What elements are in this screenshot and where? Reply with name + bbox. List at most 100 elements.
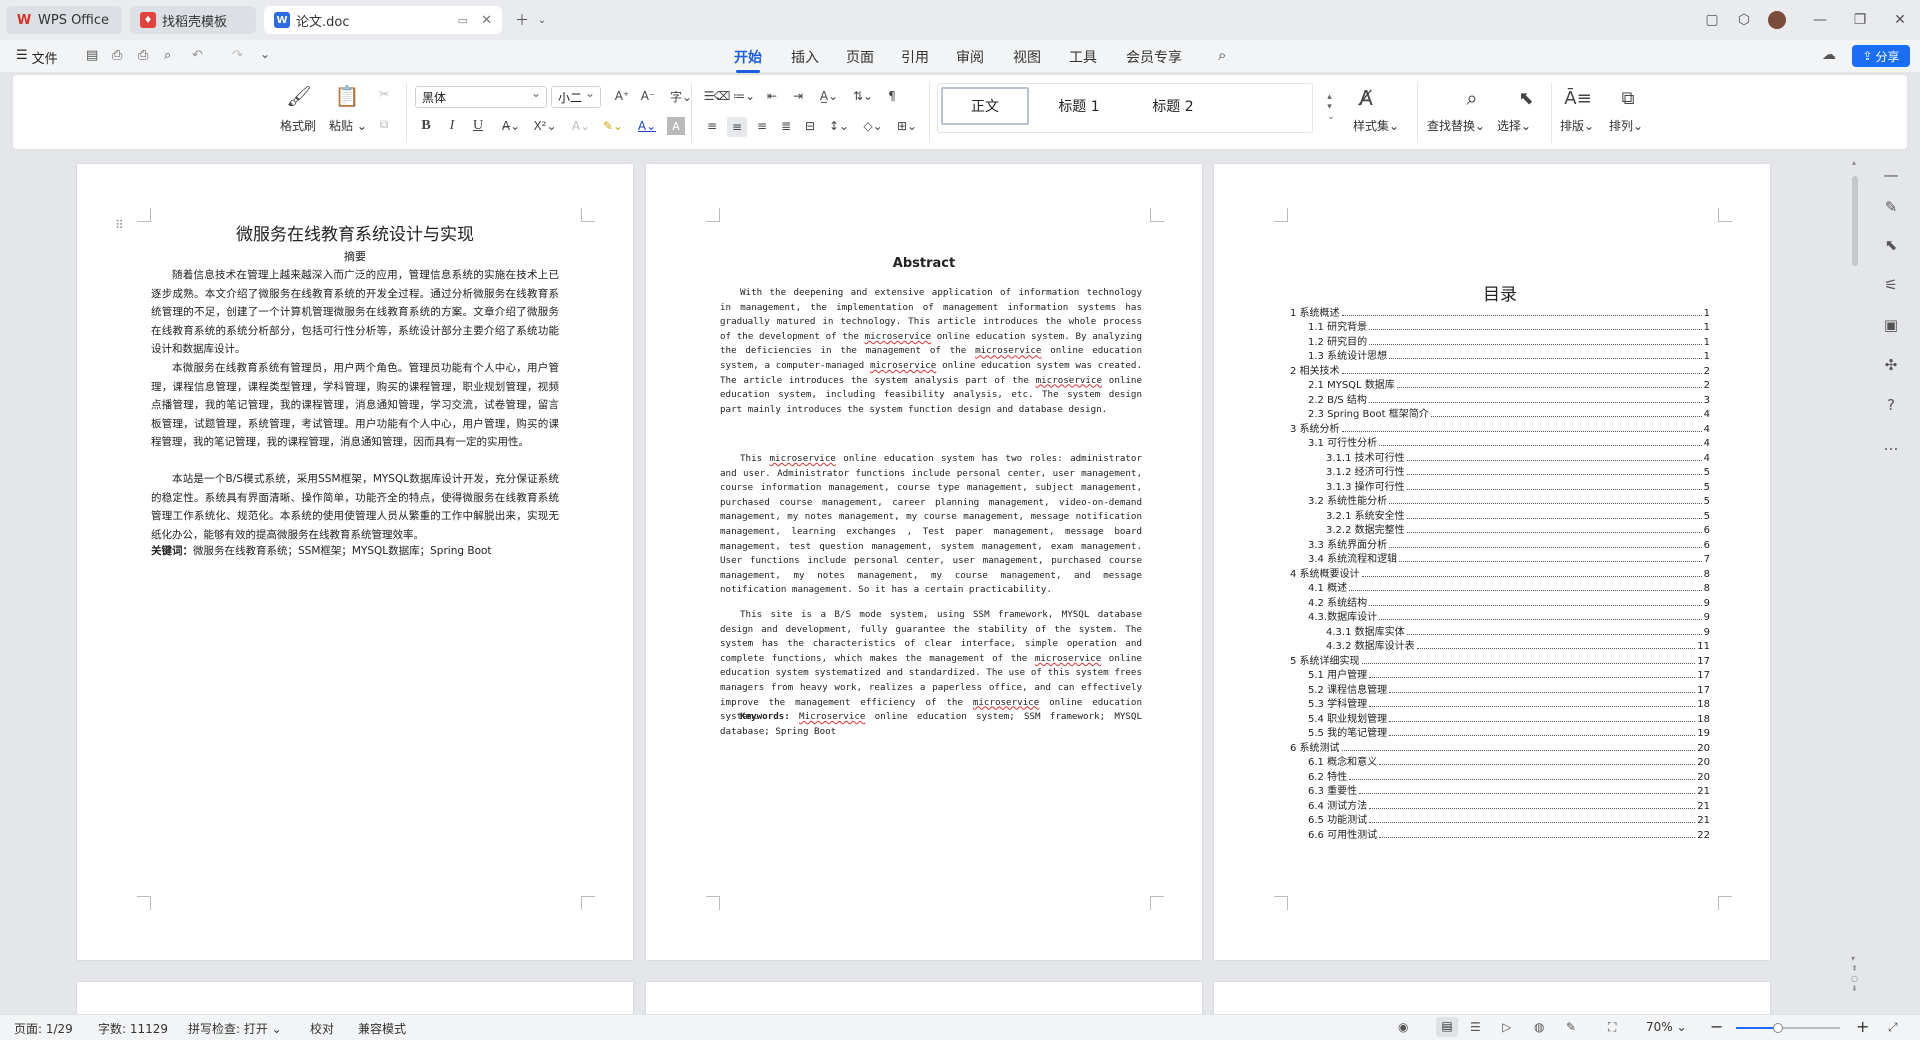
typesetting-icon[interactable]: Ā≡ — [1564, 85, 1591, 111]
shrink-font-icon[interactable]: A⁻ — [639, 87, 657, 105]
cube-icon[interactable]: ⬡ — [1734, 10, 1754, 30]
toc-entry[interactable]: 4.3.数据库设计 9 — [1308, 609, 1710, 623]
avatar[interactable] — [1768, 11, 1786, 29]
toc-entry[interactable]: 1.2 研究目的 1 — [1308, 333, 1710, 348]
toc-entry[interactable]: 3.2 系统性能分析 5 — [1308, 493, 1710, 507]
underline-button[interactable]: U — [469, 117, 487, 135]
pointer-icon[interactable]: ⬉ — [1880, 234, 1902, 256]
write-mode-icon[interactable]: ✎ — [1566, 1020, 1576, 1034]
export-pdf-icon[interactable]: ⎙ — [112, 48, 122, 63]
print-icon[interactable]: ⎙ — [138, 48, 148, 63]
font-name-select[interactable]: 黑体 — [415, 86, 547, 108]
toc-entry[interactable]: 6.1 概念和意义 20 — [1308, 754, 1710, 768]
search-icon[interactable]: ⌕ — [1218, 46, 1226, 64]
tab-template[interactable]: ♦ 找稻壳模板 — [130, 6, 256, 34]
style-heading-2[interactable]: 标题 2 — [1129, 87, 1217, 125]
toc-entry[interactable]: 6.5 功能测试 21 — [1308, 812, 1710, 826]
style-normal[interactable]: 正文 — [941, 87, 1029, 125]
page-2[interactable]: Abstract With the deepening and extensiv… — [646, 164, 1202, 960]
proofread-button[interactable]: 校对 — [310, 1020, 334, 1037]
close-tab-icon[interactable]: ✕ — [481, 13, 492, 28]
page-4[interactable] — [77, 982, 633, 1014]
quick-access-chevron-icon[interactable]: ⌄ — [260, 47, 270, 61]
align-center-icon[interactable]: ≡ — [727, 117, 747, 137]
save-icon[interactable]: ▤ — [86, 48, 98, 63]
toc-entry[interactable]: 5.2 课程信息管理 17 — [1308, 681, 1710, 696]
font-size-select[interactable]: 小二 — [551, 86, 601, 108]
toc-entry[interactable]: 1.3 系统设计思想 1 — [1308, 348, 1710, 362]
toc-entry[interactable]: 3.4 系统流程和逻辑 7 — [1308, 551, 1710, 565]
toc-entry[interactable]: 4.1 概述 8 — [1308, 580, 1710, 594]
document-canvas[interactable]: ⠿ 微服务在线教育系统设计与实现 摘要 随着信息技术在管理上越来越深入而广泛的应… — [0, 152, 1920, 1014]
minimize-icon[interactable]: — — [1810, 10, 1830, 30]
zoom-slider[interactable] — [1736, 1023, 1840, 1033]
tablet-mode-icon[interactable]: ▢ — [1702, 10, 1722, 30]
outline-view-icon[interactable]: ☰ — [1470, 1020, 1481, 1034]
toc-entry[interactable]: 3 系统分析 4 — [1290, 420, 1710, 435]
increase-indent-icon[interactable]: ⇥ — [789, 87, 807, 105]
toc-entry[interactable]: 3.1.2 经济可行性 5 — [1326, 464, 1710, 478]
toc-entry[interactable]: 4.2 系统结构 9 — [1308, 594, 1710, 609]
toc-entry[interactable]: 5.4 职业规划管理 18 — [1308, 710, 1710, 725]
font-color-icon[interactable]: A⌄ — [633, 117, 661, 135]
menu-tools[interactable]: 工具 — [1069, 47, 1097, 67]
toc-entry[interactable]: 5.5 我的笔记管理 19 — [1308, 725, 1710, 739]
vertical-scrollbar[interactable]: ▴ ▾ ⇞ ○ ⇟ — [1850, 158, 1860, 1008]
tab-wps-office[interactable]: W WPS Office — [6, 6, 122, 34]
zoom-slider-thumb[interactable] — [1772, 1023, 1783, 1033]
collapse-icon[interactable]: — — [1880, 164, 1902, 186]
bold-button[interactable]: B — [417, 117, 435, 135]
page-nav-icon[interactable]: ▾ ⇞ ○ ⇟ — [1851, 954, 1858, 994]
borders-icon[interactable]: ⊞⌄ — [893, 117, 921, 135]
find-icon[interactable]: ⌕ — [1459, 85, 1485, 111]
arrange-button[interactable]: 排列⌄ — [1609, 117, 1643, 134]
fullscreen-icon[interactable]: ⤢ — [1888, 1020, 1898, 1035]
shading-icon[interactable]: ◇⌄ — [859, 117, 887, 135]
undo-icon[interactable]: ↶ — [192, 48, 203, 63]
menu-review[interactable]: 审阅 — [956, 47, 984, 67]
edit-pen-icon[interactable]: ✎ — [1880, 196, 1902, 218]
new-tab-icon[interactable]: ＋ — [512, 10, 532, 30]
toc-entry[interactable]: 1 系统概述 1 — [1290, 304, 1710, 319]
grow-font-icon[interactable]: A⁺ — [613, 87, 631, 105]
italic-button[interactable]: I — [443, 117, 461, 135]
distribute-icon[interactable]: ⊟ — [801, 117, 819, 135]
find-replace-button[interactable]: 查找替换⌄ — [1427, 117, 1485, 134]
spell-check-toggle[interactable]: 拼写检查: 打开 ⌄ — [188, 1020, 282, 1037]
toc-entry[interactable]: 3.1.3 操作可行性 5 — [1326, 478, 1710, 493]
tab-list-chevron-icon[interactable]: ⌄ — [532, 10, 552, 30]
page-1[interactable]: ⠿ 微服务在线教育系统设计与实现 摘要 随着信息技术在管理上越来越深入而广泛的应… — [77, 164, 633, 960]
style-heading-1[interactable]: 标题 1 — [1035, 87, 1123, 125]
help-icon[interactable]: ? — [1880, 394, 1902, 416]
menu-references[interactable]: 引用 — [901, 47, 929, 67]
scrollbar-thumb[interactable] — [1852, 176, 1858, 266]
close-window-icon[interactable]: ✕ — [1890, 10, 1910, 30]
paste-button[interactable]: 粘贴 ⌄ — [329, 117, 367, 134]
share-button[interactable]: ⇪ 分享 — [1852, 45, 1910, 67]
page-6[interactable] — [1214, 982, 1770, 1014]
toc-entry[interactable]: 2.3 Spring Boot 框架简介 4 — [1308, 406, 1710, 420]
toc-entry[interactable]: 4 系统概要设计 8 — [1290, 565, 1710, 580]
print-preview-icon[interactable]: ⌕ — [164, 48, 171, 63]
align-right-icon[interactable]: ≡ — [753, 117, 771, 135]
bullet-list-icon[interactable]: ☰⌄ — [701, 87, 727, 105]
form-icon[interactable]: ▣ — [1880, 314, 1902, 336]
format-painter-icon[interactable]: 🖌 — [285, 83, 313, 109]
menu-view[interactable]: 视图 — [1013, 47, 1041, 67]
toc-entry[interactable]: 6.3 重要性 21 — [1308, 783, 1710, 797]
fit-page-icon[interactable]: ⛶ — [1608, 1020, 1616, 1035]
restore-icon[interactable]: ❐ — [1850, 10, 1870, 30]
menu-insert[interactable]: 插入 — [791, 47, 819, 67]
toc-entry[interactable]: 5.1 用户管理 17 — [1308, 667, 1710, 681]
paste-icon[interactable]: 📋 — [333, 83, 361, 109]
zoom-in-icon[interactable]: + — [1856, 1017, 1869, 1036]
toc-entry[interactable]: 1.1 研究背景 1 — [1308, 319, 1710, 333]
toc-entry[interactable]: 3.2.1 系统安全性 5 — [1326, 507, 1710, 522]
toc-entry[interactable]: 2 相关技术 2 — [1290, 362, 1710, 377]
style-scroll[interactable]: ▴ ▾ ⌄ — [1325, 85, 1337, 129]
select-button[interactable]: 选择⌄ — [1497, 117, 1531, 134]
typesetting-button[interactable]: 排版⌄ — [1560, 117, 1594, 134]
menu-home[interactable]: 开始 — [734, 47, 762, 73]
more-icon[interactable]: … — [1880, 434, 1902, 456]
zoom-out-icon[interactable]: − — [1710, 1017, 1723, 1036]
